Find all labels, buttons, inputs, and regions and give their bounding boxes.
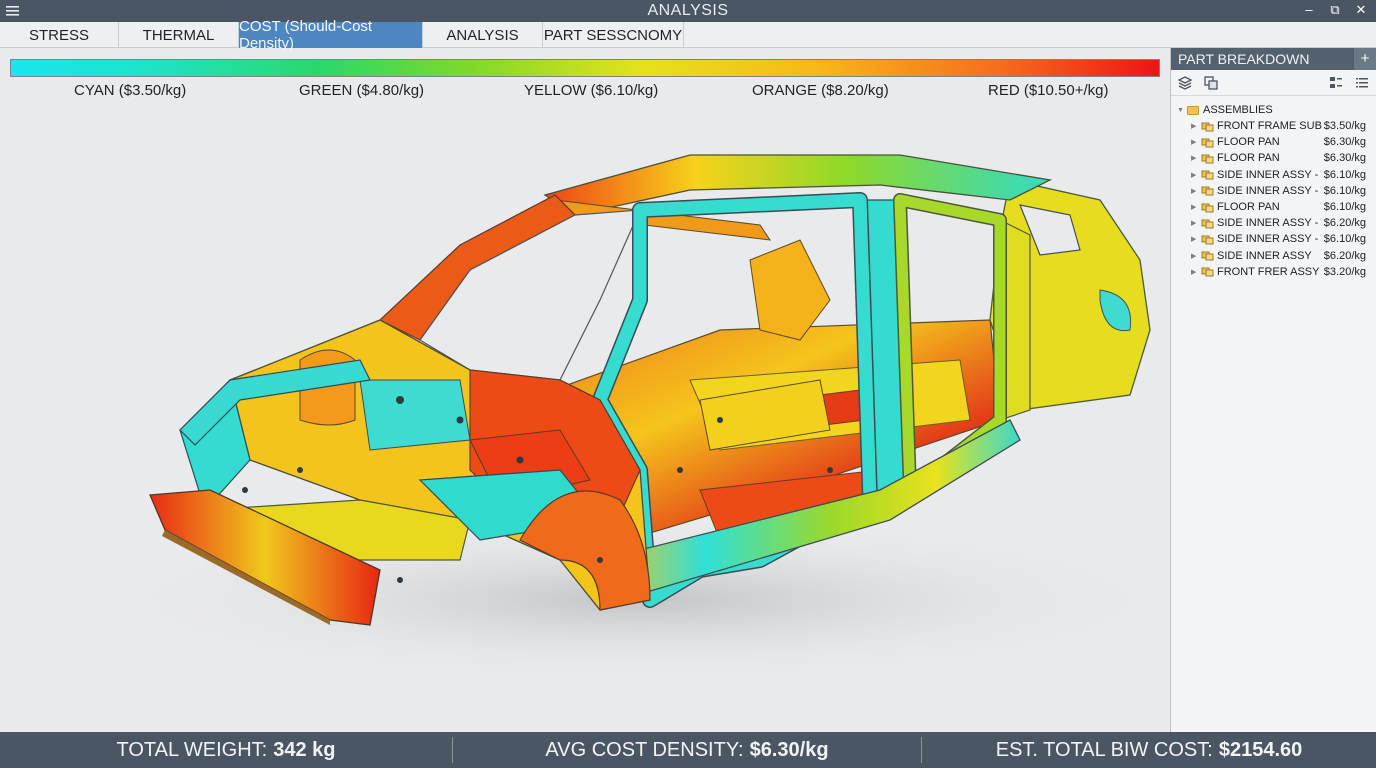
item-name: SIDE INNER ASSY - LH	[1217, 217, 1322, 230]
part-icon	[1201, 203, 1214, 213]
tree-item[interactable]: ▶ SIDE INNER ASSY - LH $6.20/kg	[1171, 215, 1376, 231]
list-view-icon[interactable]	[1354, 75, 1370, 91]
part-icon	[1201, 219, 1214, 229]
part-icon	[1201, 186, 1214, 196]
total-weight-label: TOTAL WEIGHT:	[116, 738, 268, 761]
legend-label-orange: ORANGE ($8.20/kg)	[752, 82, 889, 99]
collapse-triangle-icon[interactable]: ▶	[1191, 138, 1199, 146]
collapse-triangle-icon[interactable]: ▶	[1191, 203, 1199, 211]
restore-icon[interactable]: ⧉	[1328, 2, 1342, 18]
tab-cost[interactable]: COST (Should-Cost Density)	[239, 18, 423, 52]
tree-item[interactable]: ▶ SIDE INNER ASSY - LH $6.10/kg	[1171, 183, 1376, 199]
item-name: SIDE INNER ASSY - LH	[1217, 233, 1322, 246]
part-icon	[1201, 235, 1214, 245]
3d-viewport[interactable]	[0, 100, 1200, 732]
legend-label-yellow: YELLOW ($6.10/kg)	[524, 82, 659, 99]
est-total-cost-label: EST. TOTAL BIW COST:	[995, 738, 1213, 761]
view-toggles	[1328, 75, 1370, 91]
copy-icon[interactable]	[1203, 75, 1219, 91]
item-cost: $6.20/kg	[1323, 249, 1366, 262]
item-cost: $3.20/kg	[1323, 265, 1366, 278]
tab-analysis[interactable]: ANALYSIS	[423, 22, 543, 48]
item-cost: $6.20/kg	[1323, 217, 1366, 230]
part-icon	[1201, 154, 1214, 164]
panel-toolbar	[1171, 70, 1376, 96]
total-weight-value: 342 kg	[273, 738, 336, 761]
item-cost: $6.30/kg	[1323, 152, 1366, 165]
folder-icon	[1187, 105, 1199, 115]
analysis-tabs: STRESS THERMAL COST (Should-Cost Density…	[0, 18, 1376, 52]
window-title: ANALYSIS	[647, 2, 729, 19]
tree-root-assemblies[interactable]: ▼ ASSEMBLIES	[1171, 102, 1376, 118]
layers-icon[interactable]	[1177, 75, 1193, 91]
collapse-triangle-icon[interactable]: ▶	[1191, 122, 1199, 130]
item-name: FRONT FRER ASSY	[1217, 265, 1320, 278]
close-icon[interactable]: ✕	[1354, 2, 1368, 18]
avg-cost-density-stat: AVG COST DENSITY: $6.30/kg	[453, 732, 921, 768]
item-cost: $6.10/kg	[1323, 184, 1366, 197]
car-body-heatmap[interactable]	[0, 100, 1200, 732]
collapse-triangle-icon[interactable]: ▶	[1191, 219, 1199, 227]
window-controls: – ⧉ ✕	[1302, 2, 1368, 18]
panel-title: PART BREAKDOWN	[1178, 51, 1310, 67]
tab-stress[interactable]: STRESS	[0, 22, 119, 48]
add-icon[interactable]: +	[1354, 48, 1376, 70]
tree-root-label: ASSEMBLIES	[1203, 104, 1273, 116]
item-name: FRONT FRAME SUB-ASSY	[1217, 120, 1322, 133]
item-name: FLOOR PAN	[1217, 152, 1280, 165]
item-name: FLOOR PAN	[1217, 201, 1280, 214]
item-name: FLOOR PAN	[1217, 136, 1280, 149]
cost-color-scale-bar	[10, 59, 1160, 77]
item-name: SIDE INNER ASSY	[1217, 249, 1312, 262]
expand-triangle-icon[interactable]: ▼	[1177, 107, 1185, 114]
tree-item[interactable]: ▶ FLOOR PAN $6.30/kg	[1171, 134, 1376, 150]
part-icon	[1201, 267, 1214, 277]
minimize-icon[interactable]: –	[1302, 2, 1316, 18]
item-name: SIDE INNER ASSY - LH	[1217, 168, 1322, 181]
part-icon	[1201, 170, 1214, 180]
tree-item[interactable]: ▶ FRONT FRAME SUB-ASSY $3.50/kg	[1171, 118, 1376, 134]
collapse-triangle-icon[interactable]: ▶	[1191, 154, 1199, 162]
part-breakdown-panel: PART BREAKDOWN + ▼ ASSEMBLIES ▶ FRONT FR…	[1170, 48, 1376, 732]
tree-item[interactable]: ▶ FLOOR PAN $6.10/kg	[1171, 199, 1376, 215]
status-bar: TOTAL WEIGHT: 342 kg AVG COST DENSITY: $…	[0, 732, 1376, 768]
title-bar: ANALYSIS – ⧉ ✕	[0, 0, 1376, 22]
collapse-triangle-icon[interactable]: ▶	[1191, 171, 1199, 179]
legend-label-green: GREEN ($4.80/kg)	[299, 82, 425, 99]
item-cost: $6.10/kg	[1323, 201, 1366, 214]
collapse-triangle-icon[interactable]: ▶	[1191, 268, 1199, 276]
tab-part-sesscnomy[interactable]: PART SESSCNOMY	[543, 22, 684, 48]
tree-item[interactable]: ▶ SIDE INNER ASSY - LH $6.10/kg	[1171, 231, 1376, 247]
item-cost: $6.10/kg	[1323, 168, 1366, 181]
avg-cost-density-label: AVG COST DENSITY:	[545, 738, 744, 761]
item-cost: $6.30/kg	[1323, 136, 1366, 149]
total-weight-stat: TOTAL WEIGHT: 342 kg	[0, 732, 452, 768]
hamburger-menu-icon[interactable]	[6, 4, 20, 18]
est-total-cost-value: $2154.60	[1218, 738, 1303, 761]
tree-item[interactable]: ▶ FLOOR PAN $6.30/kg	[1171, 150, 1376, 166]
tree-item[interactable]: ▶ SIDE INNER ASSY $6.20/kg	[1171, 248, 1376, 264]
collapse-triangle-icon[interactable]: ▶	[1191, 252, 1199, 260]
part-icon	[1201, 138, 1214, 148]
tree-view-icon[interactable]	[1328, 75, 1344, 91]
tree-item[interactable]: ▶ FRONT FRER ASSY $3.20/kg	[1171, 264, 1376, 280]
part-icon	[1201, 251, 1214, 261]
part-icon	[1201, 122, 1214, 132]
legend-label-cyan: CYAN ($3.50/kg)	[74, 82, 187, 99]
legend-label-red: RED ($10.50+/kg)	[988, 82, 1109, 99]
analysis-app: ANALYSIS – ⧉ ✕ STRESS THERMAL COST (Shou…	[0, 0, 1376, 768]
est-total-cost-stat: EST. TOTAL BIW COST: $2154.60	[922, 732, 1376, 768]
assembly-tree: ▼ ASSEMBLIES ▶ FRONT FRAME SUB-ASSY $3.5…	[1171, 96, 1376, 280]
tree-item[interactable]: ▶ SIDE INNER ASSY - LH $6.10/kg	[1171, 167, 1376, 183]
collapse-triangle-icon[interactable]: ▶	[1191, 187, 1199, 195]
avg-cost-density-value: $6.30/kg	[749, 738, 829, 761]
item-cost: $6.10/kg	[1323, 233, 1366, 246]
item-cost: $3.50/kg	[1323, 120, 1366, 133]
item-name: SIDE INNER ASSY - LH	[1217, 184, 1322, 197]
panel-header: PART BREAKDOWN +	[1171, 48, 1376, 70]
tab-thermal[interactable]: THERMAL	[119, 22, 239, 48]
collapse-triangle-icon[interactable]: ▶	[1191, 235, 1199, 243]
